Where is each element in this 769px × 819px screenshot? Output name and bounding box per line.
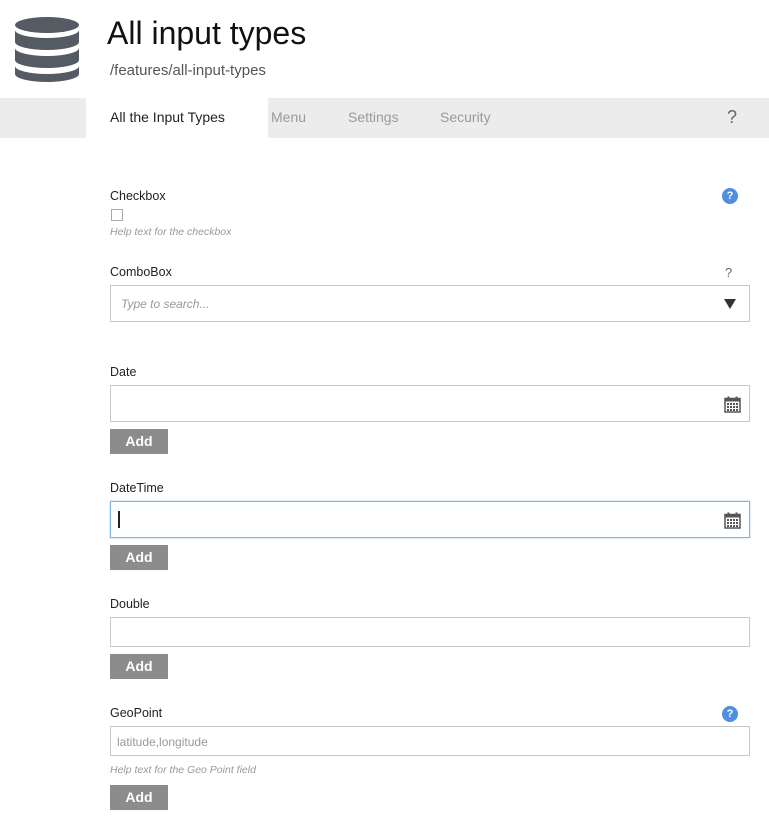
combobox-help-icon[interactable]: ? <box>725 265 732 280</box>
geopoint-help-text: Help text for the Geo Point field <box>110 764 256 776</box>
database-icon <box>15 17 79 82</box>
calendar-icon[interactable] <box>724 396 741 413</box>
combobox-input[interactable]: Type to search... <box>110 285 750 322</box>
text-caret <box>118 511 120 528</box>
date-input[interactable] <box>110 385 750 422</box>
help-badge-icon[interactable]: ? <box>722 706 738 722</box>
date-add-button[interactable]: Add <box>110 429 168 454</box>
checkbox-input[interactable] <box>111 209 123 221</box>
tab-bar: All the Input Types Menu Settings Securi… <box>0 98 769 138</box>
datetime-add-button[interactable]: Add <box>110 545 168 570</box>
calendar-icon[interactable] <box>724 512 741 529</box>
tab-all-input-types[interactable]: All the Input Types <box>86 98 268 138</box>
geopoint-label: GeoPoint <box>110 706 163 720</box>
datetime-input[interactable] <box>110 501 750 538</box>
date-label: Date <box>110 365 137 379</box>
page-title: All input types <box>107 15 307 51</box>
dropdown-arrow-icon[interactable] <box>724 299 736 309</box>
tab-security[interactable]: Security <box>440 109 491 125</box>
geopoint-placeholder: latitude,longitude <box>117 735 208 749</box>
double-input[interactable] <box>110 617 750 647</box>
checkbox-label: Checkbox <box>110 189 166 203</box>
tab-label-all-input-types: All the Input Types <box>110 109 225 125</box>
page-header: All input types /features/all-input-type… <box>0 0 769 98</box>
geopoint-add-button[interactable]: Add <box>110 785 168 810</box>
help-icon[interactable]: ? <box>725 107 739 128</box>
tab-settings[interactable]: Settings <box>348 109 399 125</box>
datetime-label: DateTime <box>110 481 164 495</box>
tab-menu[interactable]: Menu <box>271 109 306 125</box>
help-badge-icon[interactable]: ? <box>722 188 738 204</box>
combobox-label: ComboBox <box>110 265 172 279</box>
checkbox-help-text: Help text for the checkbox <box>110 226 232 238</box>
combobox-placeholder: Type to search... <box>121 297 210 311</box>
double-label: Double <box>110 597 150 611</box>
geopoint-input[interactable]: latitude,longitude <box>110 726 750 756</box>
double-add-button[interactable]: Add <box>110 654 168 679</box>
page-path: /features/all-input-types <box>110 62 266 79</box>
